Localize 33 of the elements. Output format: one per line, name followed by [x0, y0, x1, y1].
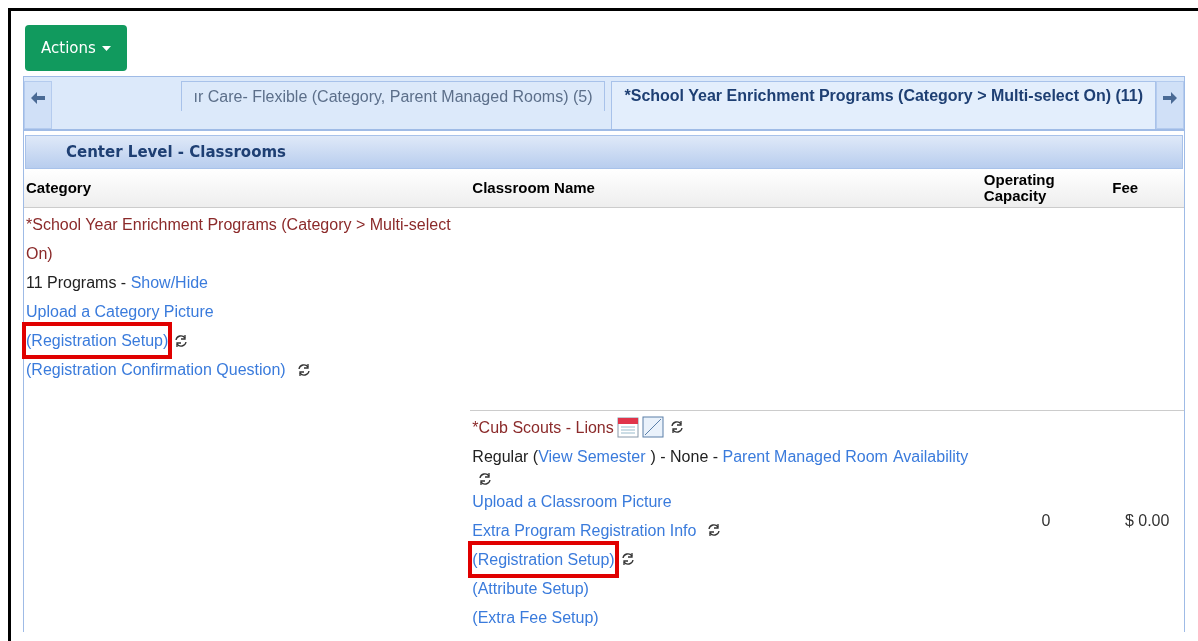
link[interactable]: Upload a Classroom Picture — [472, 486, 672, 516]
fee-value: $ 0.00 — [1124, 512, 1170, 529]
link[interactable]: (Registration Confirmation Question) — [26, 355, 286, 384]
line-text: ) - None - — [650, 446, 720, 467]
refresh-icon[interactable] — [295, 361, 312, 378]
link[interactable]: Availability — [892, 441, 969, 471]
refresh-icon[interactable] — [668, 419, 685, 435]
link[interactable]: (Registration Setup) — [472, 550, 615, 568]
program-title: *School Year Enrichment Programs (Category > Multi-select On) — [26, 215, 452, 264]
calendar-icon[interactable] — [616, 416, 639, 438]
left-arrow-icon — [31, 92, 45, 104]
day-calendar-icon[interactable] — [641, 416, 664, 438]
link[interactable]: Show/Hide — [130, 268, 208, 297]
tab[interactable]: ır Care- Flexible (Category, Parent Managed Rooms) (5) — [180, 81, 606, 111]
refresh-icon[interactable] — [619, 551, 636, 567]
actions-button[interactable]: Actions — [25, 25, 127, 71]
line-text: 11 Programs - — [26, 273, 128, 293]
link[interactable]: (Extra Fee Setup) — [472, 602, 599, 632]
tab[interactable]: *School Year Enrichment Programs (Category > Multi-select On) (11) — [611, 81, 1156, 129]
program-title: *Cub Scouts - Lions — [472, 417, 614, 438]
link[interactable]: Upload a Category Picture — [26, 297, 214, 326]
link[interactable]: Parent Managed Room — [722, 441, 888, 471]
caret-icon — [101, 45, 111, 51]
section-header: Center Level - Classrooms — [25, 135, 1183, 169]
capacity-value: 0 — [1041, 512, 1051, 529]
link[interactable]: (Attribute Setup) — [472, 573, 589, 603]
link[interactable]: View Semester — [538, 441, 646, 471]
right-arrow-icon — [1163, 92, 1177, 104]
link[interactable]: Extra Program Registration Info — [472, 515, 697, 545]
scroll-right-button[interactable] — [1156, 81, 1184, 129]
line-text: Regular ( — [472, 446, 539, 467]
scroll-left-button[interactable] — [24, 81, 52, 129]
link[interactable]: (Registration Setup) — [26, 332, 169, 349]
